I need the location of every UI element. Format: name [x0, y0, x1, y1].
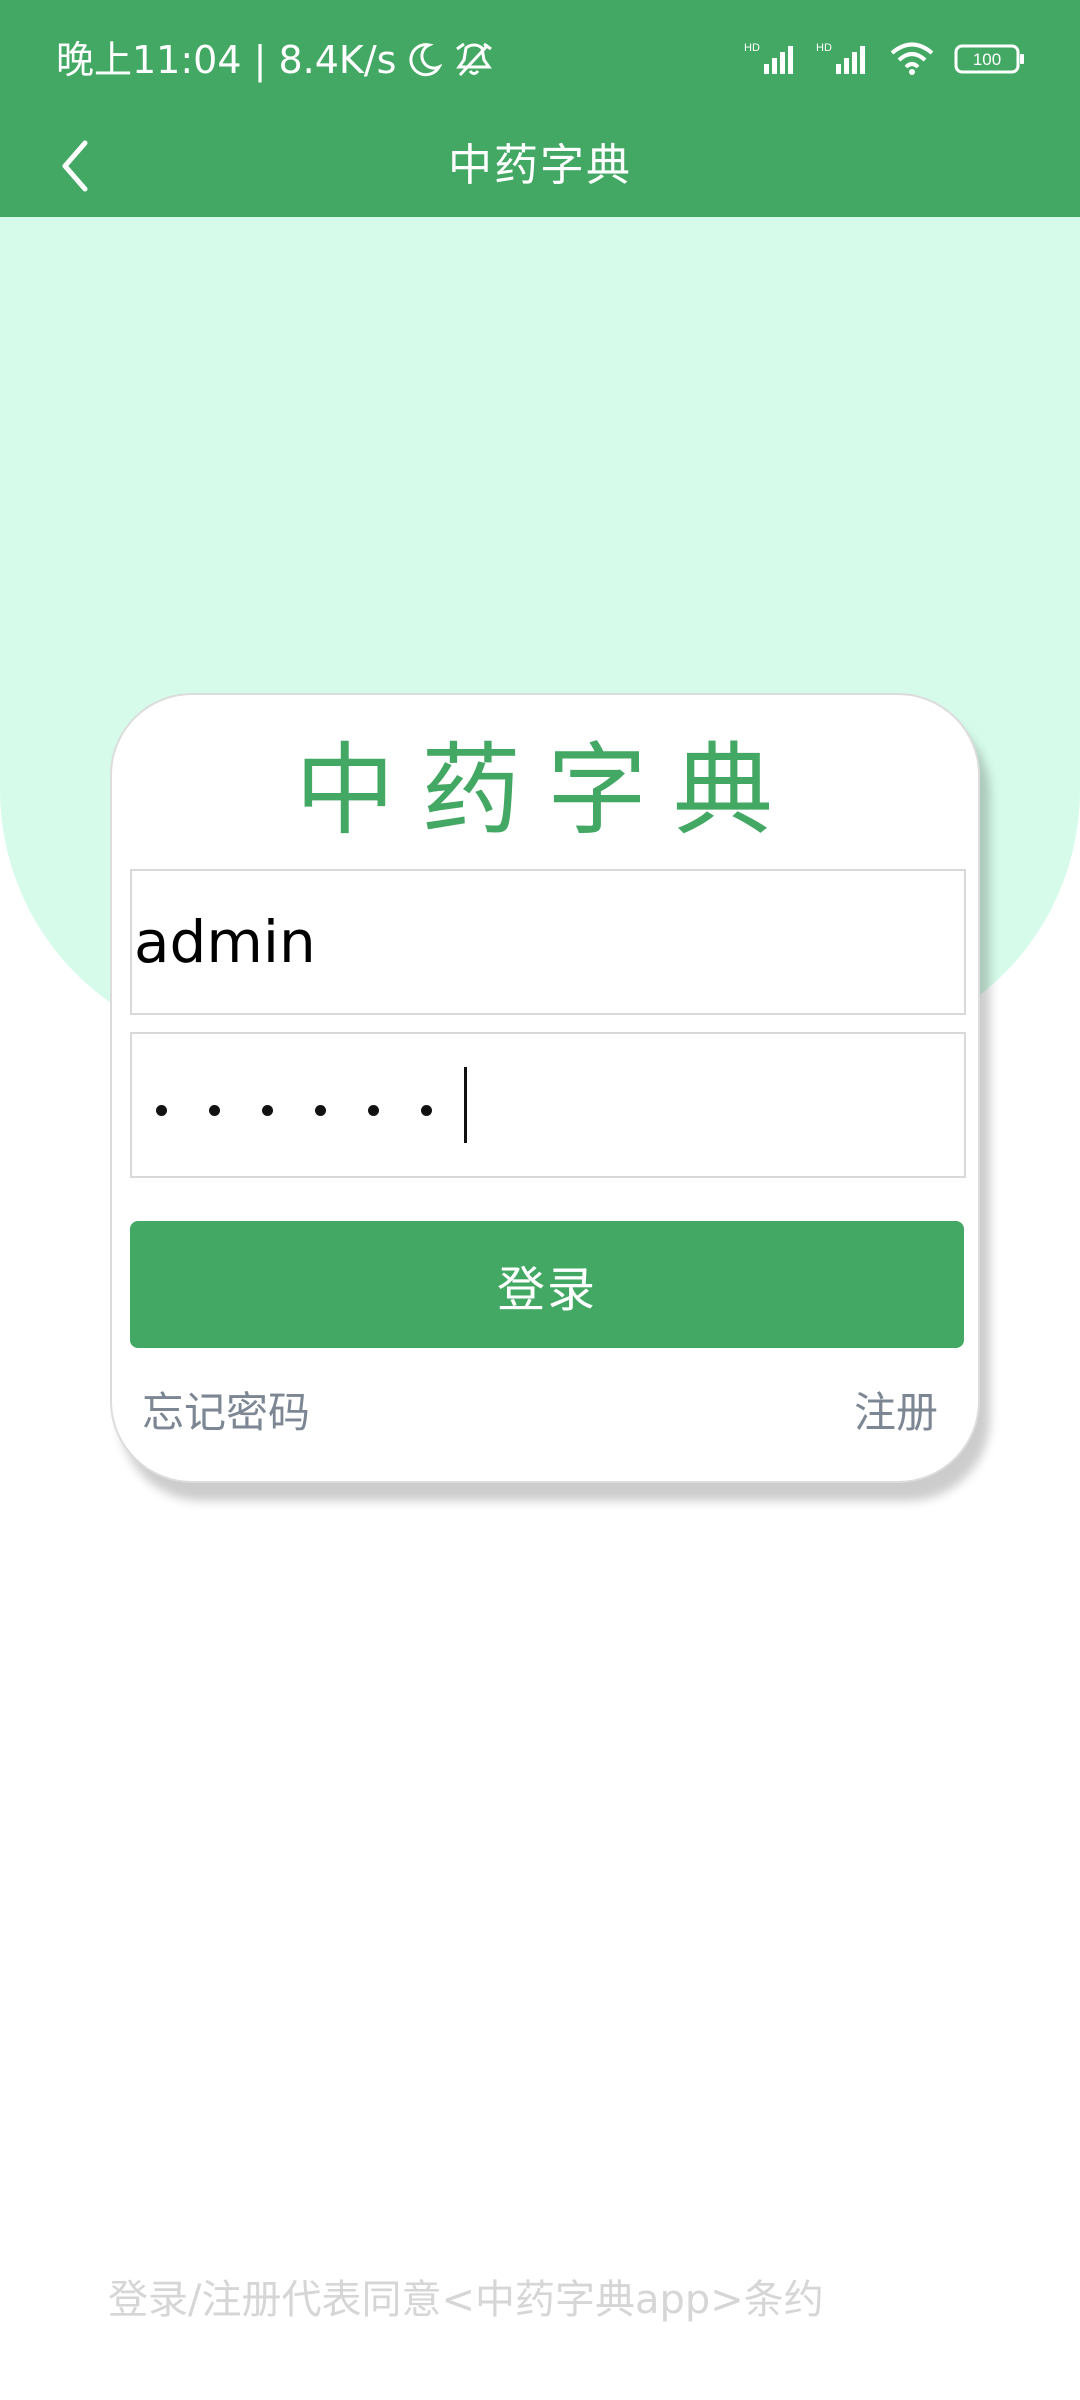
- top-header: 晚上11:04 | 8.4K/s HD HD 100 中药字典: [0, 0, 1080, 217]
- svg-text:HD: HD: [744, 42, 760, 54]
- wifi-icon: [888, 40, 936, 78]
- status-bar: 晚上11:04 | 8.4K/s HD HD 100: [0, 0, 1080, 124]
- brand-title: 中药字典: [295, 732, 799, 849]
- login-button[interactable]: 登录: [130, 1221, 964, 1348]
- signal-icon: HD: [816, 40, 870, 78]
- forgot-password-link[interactable]: 忘记密码: [142, 1385, 310, 1441]
- register-link[interactable]: 注册: [854, 1385, 938, 1441]
- status-right: HD HD 100: [744, 40, 1026, 78]
- battery-level-text: 100: [973, 50, 1001, 69]
- status-left: 晚上11:04 | 8.4K/s: [56, 36, 496, 84]
- agreement-text[interactable]: 登录/注册代表同意<中药字典app>条约: [108, 2270, 824, 2330]
- navigation-bar: 中药字典: [0, 124, 1080, 217]
- battery-icon: 100: [954, 42, 1026, 76]
- username-input[interactable]: [132, 871, 964, 1013]
- moon-icon: [406, 42, 443, 78]
- svg-text:HD: HD: [816, 42, 832, 54]
- password-field-container: [130, 1032, 966, 1178]
- login-card: 中药字典 登录 忘记密码 注册: [110, 693, 980, 1483]
- status-time-speed: 晚上11:04 | 8.4K/s: [56, 38, 397, 82]
- login-screen: 晚上11:04 | 8.4K/s HD HD 100 中药字典 中药字典 adm…: [0, 0, 1080, 2400]
- page-title: 中药字典: [448, 140, 632, 191]
- password-input[interactable]: [132, 1034, 964, 1176]
- username-field-container: [130, 869, 966, 1015]
- muted-alarm-icon: [452, 40, 496, 80]
- signal-icon: HD: [744, 40, 798, 78]
